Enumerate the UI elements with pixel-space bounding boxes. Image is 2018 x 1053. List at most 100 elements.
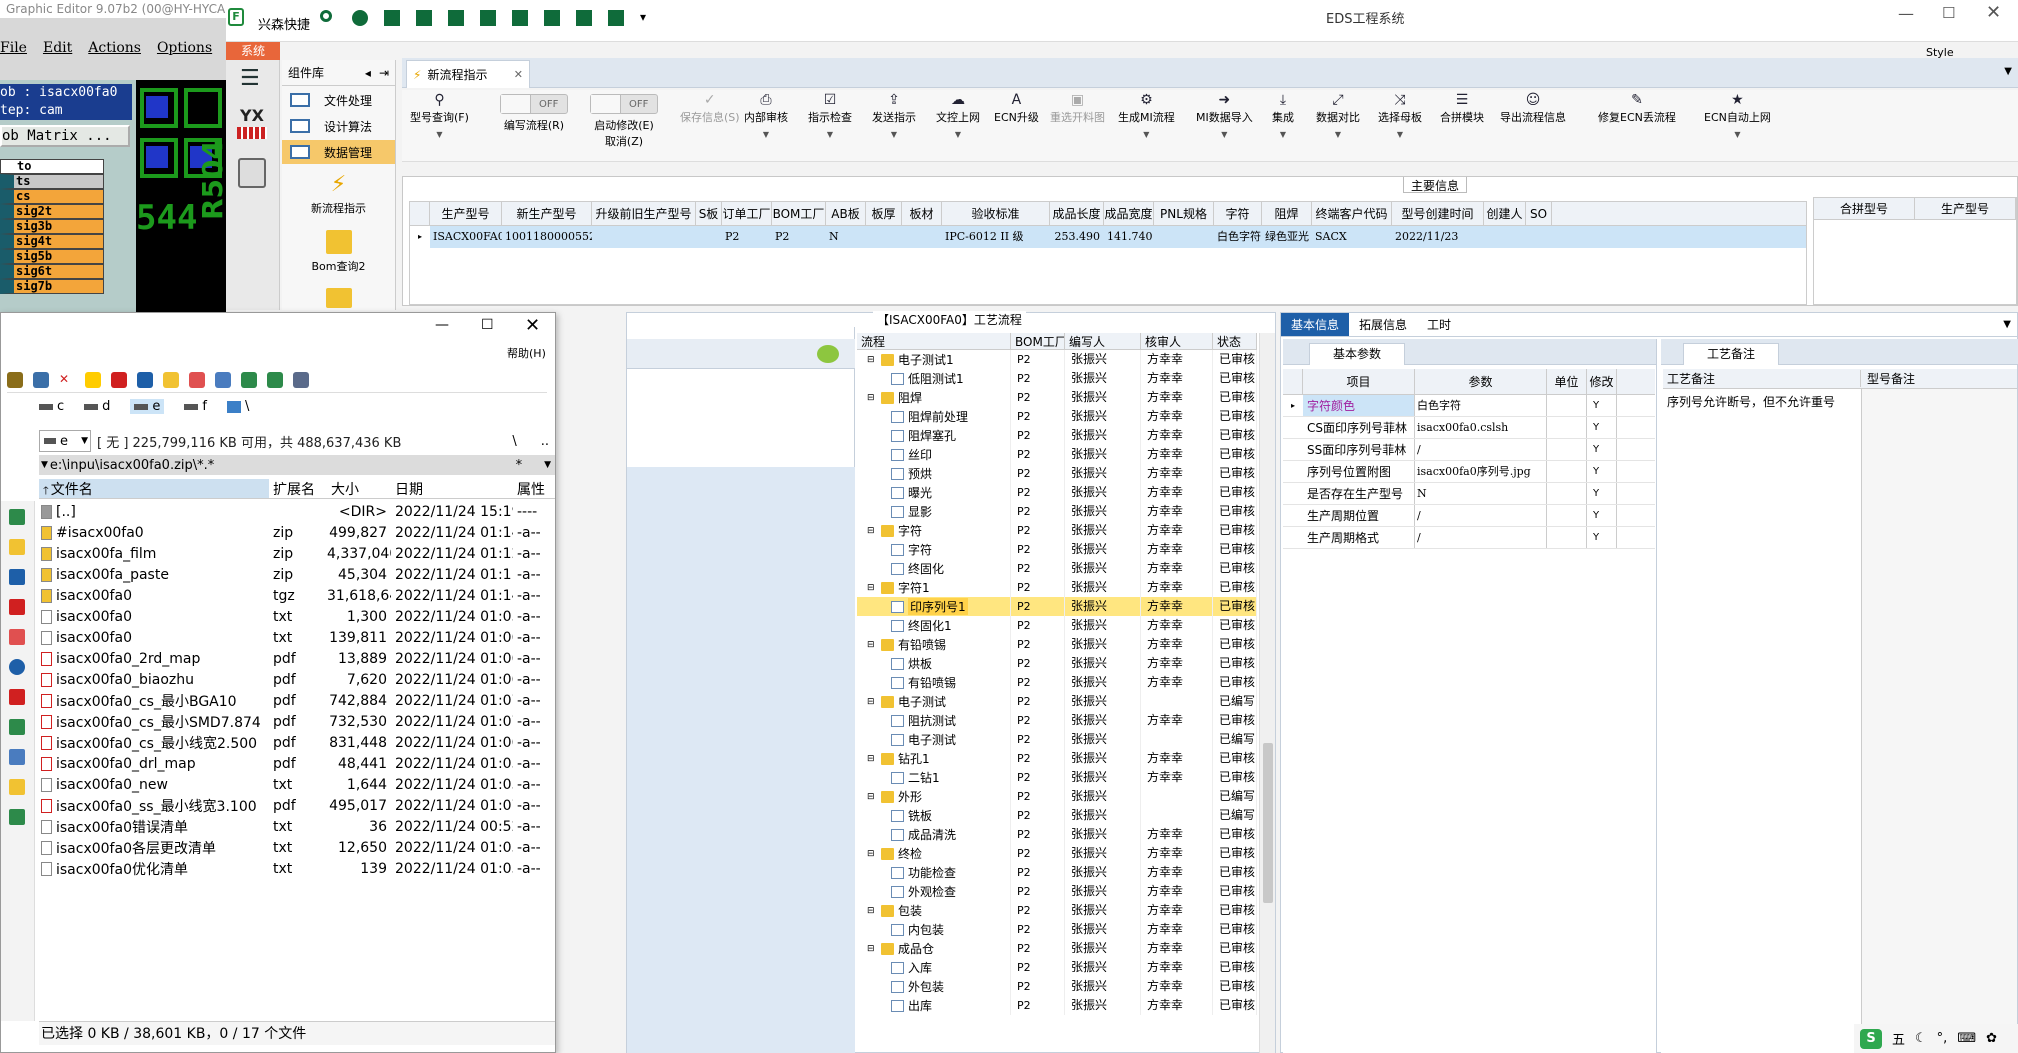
process-row[interactable]: 成品清洗 P2 张振兴 方幸幸 已审核 — [857, 825, 1257, 844]
grid-cell[interactable]: P2 — [722, 226, 772, 248]
sogou-icon[interactable]: S — [1860, 1028, 1882, 1049]
file-row[interactable]: isacx00fa0各层更改清单 txt 12,650 2022/11/24 01:0… — [39, 837, 555, 858]
process-row[interactable]: 字符 P2 张振兴 方幸幸 已审核 — [857, 540, 1257, 559]
refresh-icon[interactable] — [7, 371, 23, 388]
globe-icon[interactable] — [137, 371, 153, 388]
mail-icon[interactable] — [9, 569, 25, 585]
side-item-2[interactable]: 数据管理 — [282, 140, 395, 164]
process-row[interactable]: 烘板 P2 张振兴 方幸幸 已审核 — [857, 654, 1257, 673]
monitor-icon[interactable] — [606, 8, 626, 28]
skin-icon[interactable]: ✿ — [1986, 1031, 1997, 1046]
grid-header[interactable]: 创建人 — [1484, 202, 1526, 225]
side-item-0[interactable]: 文件处理 — [282, 88, 395, 112]
ge-layer-row[interactable]: sig3b — [0, 219, 104, 234]
grid-cell[interactable]: 141.740 — [1104, 226, 1154, 248]
printer-icon[interactable] — [9, 749, 25, 765]
process-row[interactable]: 二钻1 P2 张振兴 方幸幸 已审核 — [857, 768, 1257, 787]
file-row[interactable]: isacx00fa0_cs_最小SMD7.874 pdf 732,530 2022/1… — [39, 711, 555, 732]
grid-cell[interactable]: IPC-6012 II 级 — [942, 226, 1050, 248]
process-row[interactable]: 印序列号1 P2 张振兴 方幸幸 已审核 — [857, 597, 1257, 616]
pack-icon[interactable] — [85, 371, 101, 388]
process-row[interactable]: 阻焊前处理 P2 张振兴 方幸幸 已审核 — [857, 407, 1257, 426]
toolbar-button-2[interactable]: OFF 启动修改(E) 取消(Z) — [590, 92, 658, 150]
toolbar-button-0[interactable]: ⚲ 型号查询(F) ▼ — [410, 92, 469, 139]
ge-menu-0[interactable]: File — [0, 40, 27, 62]
file-row[interactable]: isacx00fa0_cs_最小BGA10 pdf 742,884 2022/11/2… — [39, 690, 555, 711]
toolbar-button-11[interactable]: ➜ MI数据导入 ▼ — [1196, 92, 1253, 139]
grid-header[interactable]: 升级前旧生产型号 — [592, 202, 696, 225]
basic-row[interactable]: 序列号位置附图 isacx00fa0序列号.jpg Y — [1283, 461, 1655, 483]
collapse-icon[interactable]: ⊟ — [867, 583, 877, 593]
remark-tab[interactable]: 工艺备注 — [1683, 343, 1779, 365]
process-row[interactable]: ⊟ 成品仓 P2 张振兴 方幸幸 已审核 — [857, 939, 1257, 958]
file-row[interactable]: isacx00fa0_biaozhu pdf 7,620 2022/11/24 01:… — [39, 669, 555, 690]
card-icon[interactable] — [9, 539, 25, 555]
grid-cell[interactable]: 绿色亚光 — [1262, 226, 1312, 248]
grid-header[interactable]: 验收标准 — [942, 202, 1050, 225]
truck-icon[interactable] — [9, 599, 25, 615]
file-row[interactable]: isacx00fa0_cs_最小线宽2.500 pdf 831,448 2022/11… — [39, 732, 555, 753]
grid-cell[interactable]: 253.490 — [1050, 226, 1104, 248]
process-row[interactable]: ⊟ 字符 P2 张振兴 方幸幸 已审核 — [857, 521, 1257, 540]
drive-button-4[interactable]: \ — [227, 399, 249, 414]
fm-header-2[interactable]: 大小 — [327, 479, 391, 498]
side-item-1[interactable]: 设计算法 — [282, 114, 395, 138]
fm-close-button[interactable]: ✕ — [525, 315, 540, 336]
process-row[interactable]: ⊟ 有铅喷锡 P2 张振兴 方幸幸 已审核 — [857, 635, 1257, 654]
image-icon[interactable] — [267, 371, 283, 388]
maximize-button[interactable]: ☐ — [1942, 4, 1955, 22]
basic-row[interactable]: 生产周期位置 / Y — [1283, 505, 1655, 527]
toolbar-button-17[interactable]: ✎ 修复ECN丢流程 — [1598, 92, 1676, 126]
process-header[interactable]: BOM工厂 — [1011, 333, 1065, 349]
pdf-icon[interactable] — [111, 371, 127, 388]
drive-button-0[interactable]: c — [39, 399, 64, 414]
collapse-icon[interactable]: ⊟ — [867, 849, 877, 859]
grid-cell[interactable] — [592, 226, 696, 248]
file-row[interactable]: isacx00fa0_2rd_map pdf 13,889 2022/11/24 01… — [39, 648, 555, 669]
delete-icon[interactable]: ✕ — [59, 372, 75, 388]
minimize-button[interactable]: — — [1898, 4, 1914, 23]
collapse-icon[interactable]: ⊟ — [867, 906, 877, 916]
comment-icon[interactable] — [817, 345, 839, 363]
grid-header[interactable]: SO — [1526, 202, 1552, 225]
grid-cell[interactable] — [1154, 226, 1214, 248]
dropdown-icon[interactable]: ▼ — [1316, 130, 1360, 139]
punct-icon[interactable]: °, — [1937, 1031, 1948, 1046]
toolbar-button-4[interactable]: ⎙ 内部审核 ▼ — [744, 92, 788, 139]
process-row[interactable]: 曝光 P2 张振兴 方幸幸 已审核 — [857, 483, 1257, 502]
image-icon[interactable] — [9, 629, 25, 645]
file-row[interactable]: isacx00fa0tgz31,618,6462022/11/24 01:14-… — [39, 585, 555, 606]
more-icon[interactable]: ▾ — [638, 8, 658, 28]
drive-button-3[interactable]: f — [184, 399, 207, 414]
process-row[interactable]: ⊟ 阻焊 P2 张振兴 方幸幸 已审核 — [857, 388, 1257, 407]
process-row[interactable]: 预烘 P2 张振兴 方幸幸 已审核 — [857, 464, 1257, 483]
fm-header-3[interactable]: 日期 — [391, 479, 513, 498]
fm-header-0[interactable]: 🡑 文件名 — [39, 479, 269, 498]
ge-layer-row[interactable]: cs — [0, 189, 104, 204]
grid-cell[interactable]: P2 — [772, 226, 826, 248]
globe-icon[interactable] — [350, 8, 370, 28]
grid-header[interactable]: 型号创建时间 — [1392, 202, 1484, 225]
user-icon[interactable] — [9, 509, 25, 525]
process-header[interactable]: 流程 — [857, 333, 1011, 349]
dropdown-icon[interactable]: ▼ — [872, 130, 916, 139]
grid-header[interactable]: 生产型号 — [430, 202, 502, 225]
file-row[interactable]: isacx00fa0_new txt 1,644 2022/11/24 01:05 -a… — [39, 774, 555, 795]
user-icon[interactable] — [241, 371, 257, 388]
terminal-icon[interactable] — [293, 371, 309, 388]
process-row[interactable]: 显影 P2 张振兴 方幸幸 已审核 — [857, 502, 1257, 521]
grid-header[interactable]: 板厚 — [866, 202, 902, 225]
info-tab-1[interactable]: 拓展信息 — [1349, 313, 1417, 336]
process-row[interactable]: 电子测试 P2 张振兴 已编写 — [857, 730, 1257, 749]
process-row[interactable]: ⊟ 电子测试1 P2 张振兴 方幸幸 已审核 — [857, 350, 1257, 369]
process-row[interactable]: 丝印 P2 张振兴 方幸幸 已审核 — [857, 445, 1257, 464]
toolbar-button-14[interactable]: ⤨ 选择母板 ▼ — [1378, 92, 1422, 139]
process-row[interactable]: ⊟ 电子测试 P2 张振兴 已编写 — [857, 692, 1257, 711]
process-row[interactable]: 终固化1 P2 张振兴 方幸幸 已审核 — [857, 616, 1257, 635]
sys-tab[interactable]: 系统 — [226, 42, 280, 60]
grid-cell[interactable]: ISACX00FA0 — [430, 226, 502, 248]
process-row[interactable]: 出库 P2 张振兴 方幸幸 已审核 — [857, 996, 1257, 1015]
collapse-icon[interactable]: ⊟ — [867, 355, 877, 365]
ge-layer-row[interactable]: sig2t — [0, 204, 104, 219]
merge-grid-header[interactable]: 生产型号 — [1915, 198, 2016, 219]
